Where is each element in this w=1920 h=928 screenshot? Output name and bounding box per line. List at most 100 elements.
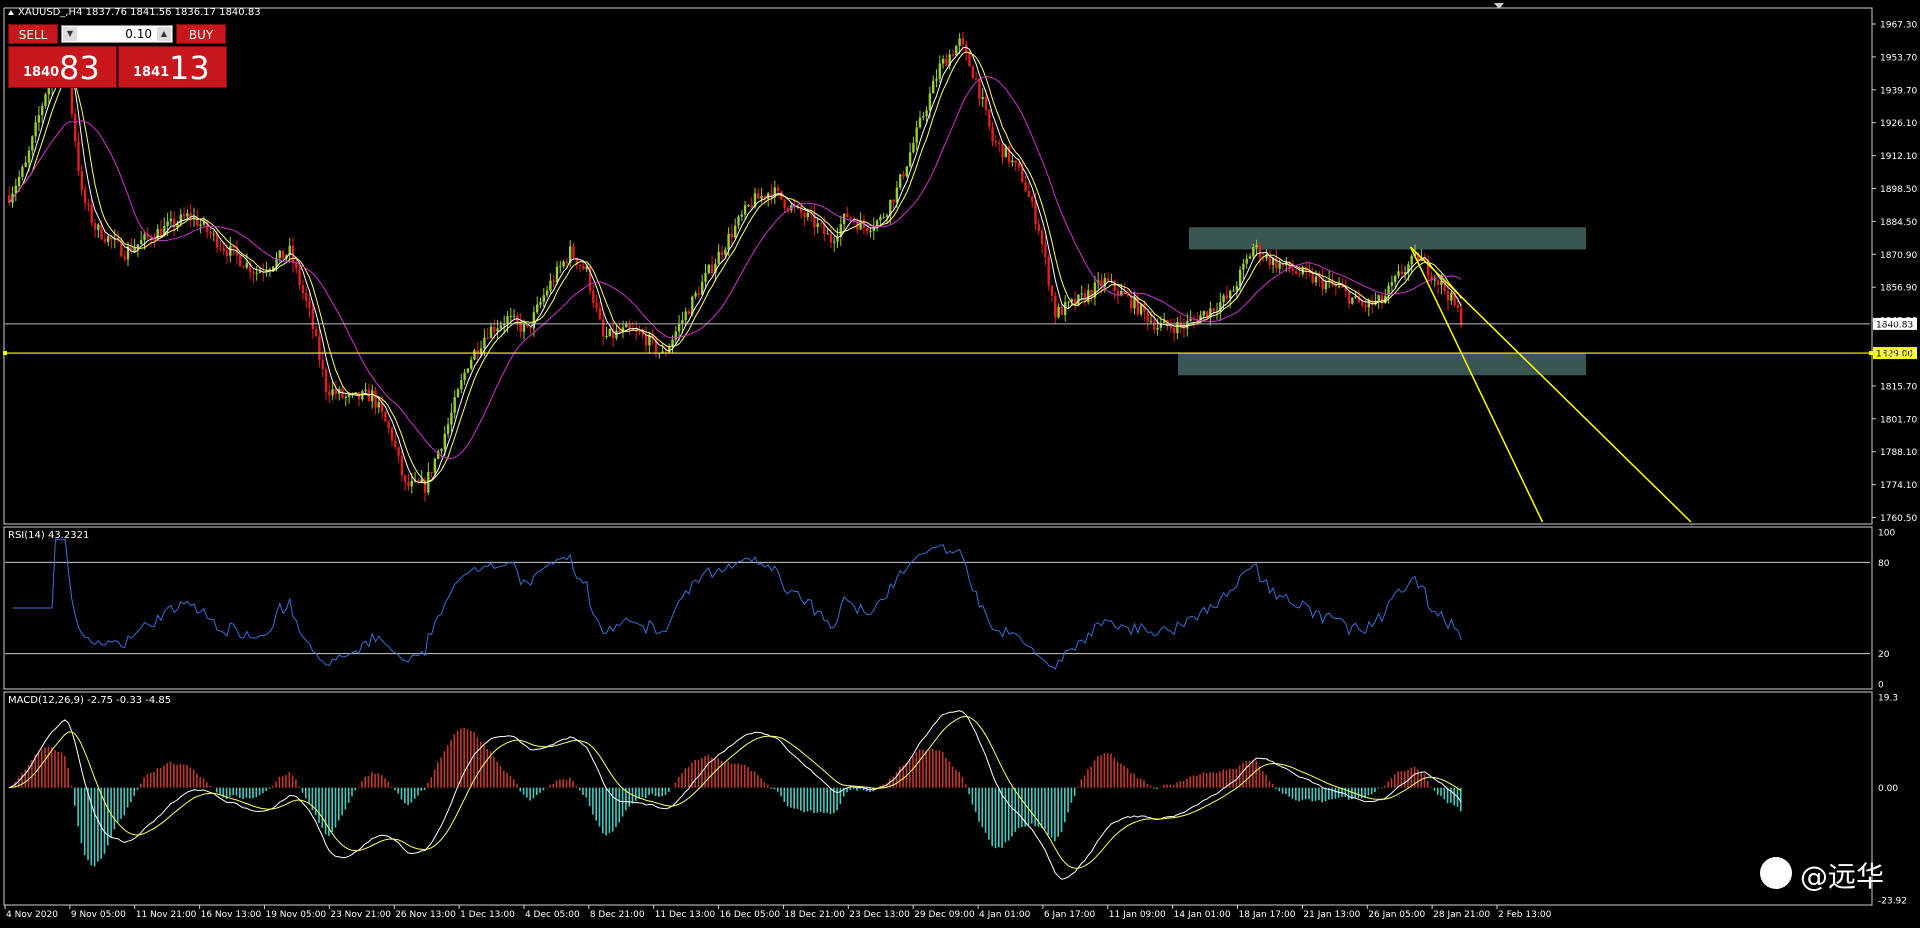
candle-body: [166, 221, 169, 226]
candle-body: [743, 205, 747, 215]
candle-body: [908, 152, 912, 167]
candle-body: [625, 324, 628, 328]
candle-body: [443, 433, 446, 449]
level-anchor-icon[interactable]: [3, 351, 7, 356]
macd-histogram-bar: [1192, 775, 1195, 788]
candle-body: [1067, 301, 1070, 303]
macd-histogram-bar: [169, 761, 172, 788]
candle-body: [229, 245, 232, 256]
macd-histogram-bar: [595, 787, 597, 821]
price-tick-label: 1953.70: [1880, 53, 1917, 63]
candle-body: [1295, 271, 1298, 274]
macd-histogram-bar: [1021, 787, 1023, 828]
macd-histogram-bar: [978, 787, 980, 822]
candle-body: [687, 311, 691, 315]
candle-body: [819, 223, 823, 225]
macd-histogram-bar: [750, 770, 753, 788]
candle-body: [80, 171, 83, 190]
macd-pane[interactable]: [3, 691, 1873, 906]
buy-price-box[interactable]: 1841 13: [118, 46, 227, 88]
macd-histogram-bar: [74, 787, 76, 806]
macd-histogram-bar: [80, 787, 83, 844]
sell-button[interactable]: SELL: [8, 24, 58, 44]
time-tick-label: 4 Dec 05:00: [525, 910, 580, 920]
candle-body: [1351, 297, 1354, 304]
candle-body: [1027, 190, 1031, 197]
lot-size-input[interactable]: ▼ 0.10 ▲: [61, 25, 173, 43]
macd-histogram-bar: [50, 747, 53, 788]
macd-histogram-bar: [572, 780, 574, 788]
macd-histogram-bar: [347, 787, 350, 803]
macd-histogram-bar: [1004, 787, 1007, 843]
macd-histogram-bar: [661, 787, 663, 796]
macd-histogram-bar: [1083, 775, 1086, 788]
candle-body: [902, 174, 905, 177]
macd-histogram-bar: [239, 787, 241, 799]
macd-histogram-bar: [618, 787, 621, 823]
candle-body: [1377, 295, 1380, 301]
lot-increase-icon[interactable]: ▲: [157, 27, 171, 41]
macd-histogram-bar: [717, 758, 720, 788]
candle-body: [1410, 256, 1413, 265]
candle-body: [1248, 256, 1252, 259]
candle-body: [107, 236, 110, 242]
macd-histogram-bar: [206, 782, 208, 788]
resistance-zone[interactable]: [1189, 227, 1586, 250]
candle-body: [41, 105, 44, 116]
candle-body: [1252, 247, 1255, 257]
macd-histogram-bar: [390, 786, 393, 788]
macd-histogram-bar: [925, 751, 927, 788]
macd-histogram-bar: [1387, 781, 1389, 788]
macd-histogram-bar: [836, 787, 838, 811]
support-zone[interactable]: [1178, 353, 1586, 376]
macd-histogram-bar: [823, 787, 825, 814]
price-pane[interactable]: [3, 7, 1873, 525]
price-tick-label: 1912.10: [1880, 152, 1917, 162]
macd-histogram-bar: [1271, 783, 1274, 788]
candle-body: [1364, 305, 1367, 308]
trading-chart[interactable]: XAUUSD_,H4 1837.76 1841.56 1836.17 1840.…: [0, 0, 1920, 928]
candle-body: [1245, 258, 1248, 264]
candle-body: [222, 248, 225, 251]
macd-histogram-bar: [793, 787, 795, 809]
candle-body: [453, 397, 456, 413]
candle-body: [922, 116, 925, 118]
macd-histogram-bar: [153, 771, 155, 788]
lot-decrease-icon[interactable]: ▼: [63, 27, 77, 41]
candle-body: [1017, 162, 1021, 168]
candle-body: [1436, 279, 1440, 285]
macd-histogram-bar: [1357, 787, 1360, 798]
candle-body: [31, 136, 34, 151]
candle-body: [552, 280, 555, 283]
candle-body: [169, 218, 173, 222]
macd-histogram-bar: [1384, 785, 1386, 788]
sell-price-box[interactable]: 1840 83: [8, 46, 117, 88]
candle-body: [407, 481, 410, 487]
macd-histogram-bar: [918, 749, 921, 788]
macd-histogram-bar: [677, 777, 680, 788]
candle-body: [879, 216, 882, 221]
buy-button[interactable]: BUY: [176, 24, 226, 44]
macd-histogram-bar: [740, 764, 743, 788]
time-tick-label: 26 Jan 05:00: [1368, 910, 1425, 920]
macd-histogram-bar: [182, 764, 185, 788]
macd-histogram-bar: [248, 787, 251, 799]
buy-price-pips: 13: [169, 49, 210, 87]
candle-body: [978, 78, 981, 99]
candle-body: [1291, 268, 1295, 272]
time-tick-label: 6 Jan 17:00: [1044, 910, 1096, 920]
macd-histogram-bar: [545, 787, 548, 789]
macd-histogram-bar: [1130, 773, 1132, 788]
macd-histogram-bar: [714, 758, 716, 788]
macd-histogram-bar: [308, 787, 310, 803]
candle-body: [394, 440, 397, 448]
macd-histogram-bar: [1156, 787, 1158, 790]
macd-histogram-bar: [1070, 787, 1073, 803]
candle-body: [430, 471, 433, 474]
macd-histogram-bar: [559, 779, 561, 788]
macd-histogram-bar: [265, 787, 267, 792]
lot-size-value[interactable]: 0.10: [125, 26, 152, 42]
rsi-pane[interactable]: [3, 526, 1873, 690]
candle-body: [1189, 318, 1192, 321]
macd-histogram-bar: [1245, 761, 1248, 788]
